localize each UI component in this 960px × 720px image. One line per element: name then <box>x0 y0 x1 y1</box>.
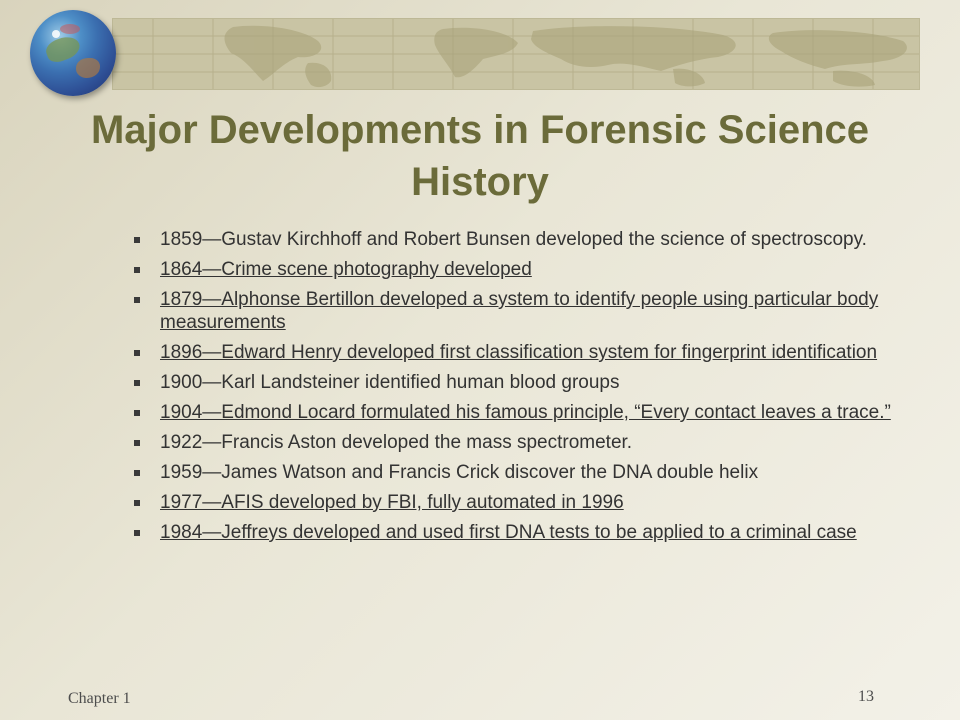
square-bullet-icon <box>134 380 140 386</box>
bullet-item: 1959—James Watson and Francis Crick disc… <box>128 461 898 484</box>
chapter-label: Chapter 1 <box>68 690 131 707</box>
bullet-link[interactable]: 1879—Alphonse Bertillon developed a syst… <box>160 289 878 333</box>
bullet-item[interactable]: 1977—AFIS developed by FBI, fully automa… <box>128 491 898 514</box>
bullet-item[interactable]: 1896—Edward Henry developed first classi… <box>128 341 898 364</box>
bullet-item[interactable]: 1864—Crime scene photography developed <box>128 258 898 281</box>
bullet-link[interactable]: 1864—Crime scene photography developed <box>160 259 532 280</box>
square-bullet-icon <box>134 530 140 536</box>
world-map-banner <box>112 18 920 90</box>
bullet-item[interactable]: 1879—Alphonse Bertillon developed a syst… <box>128 288 898 334</box>
bullet-link[interactable]: 1896—Edward Henry developed first classi… <box>160 342 877 363</box>
bullet-item[interactable]: 1984—Jeffreys developed and used first D… <box>128 521 898 544</box>
square-bullet-icon <box>134 470 140 476</box>
bullet-item[interactable]: 1904—Edmond Locard formulated his famous… <box>128 401 898 424</box>
bullet-item: 1859—Gustav Kirchhoff and Robert Bunsen … <box>128 228 898 251</box>
bullet-list: 1859—Gustav Kirchhoff and Robert Bunsen … <box>128 228 898 551</box>
square-bullet-icon <box>134 500 140 506</box>
page-number: 13 <box>858 688 874 705</box>
bullet-link[interactable]: 1977—AFIS developed by FBI, fully automa… <box>160 492 624 513</box>
square-bullet-icon <box>134 237 140 243</box>
square-bullet-icon <box>134 440 140 446</box>
slide-title: Major Developments in Forensic Science H… <box>90 108 870 204</box>
bullet-link[interactable]: 1984—Jeffreys developed and used first D… <box>160 522 857 543</box>
square-bullet-icon <box>134 297 140 303</box>
bullet-link[interactable]: 1904—Edmond Locard formulated his famous… <box>160 402 891 423</box>
world-map-graphic <box>113 19 919 89</box>
bullet-text: 1900—Karl Landsteiner identified human b… <box>160 372 620 393</box>
bullet-text: 1859—Gustav Kirchhoff and Robert Bunsen … <box>160 229 867 250</box>
globe-icon <box>30 10 116 96</box>
bullet-item: 1922—Francis Aston developed the mass sp… <box>128 431 898 454</box>
square-bullet-icon <box>134 410 140 416</box>
square-bullet-icon <box>134 267 140 273</box>
bullet-text: 1959—James Watson and Francis Crick disc… <box>160 462 759 483</box>
bullet-item: 1900—Karl Landsteiner identified human b… <box>128 371 898 394</box>
square-bullet-icon <box>134 350 140 356</box>
bullet-text: 1922—Francis Aston developed the mass sp… <box>160 432 633 453</box>
